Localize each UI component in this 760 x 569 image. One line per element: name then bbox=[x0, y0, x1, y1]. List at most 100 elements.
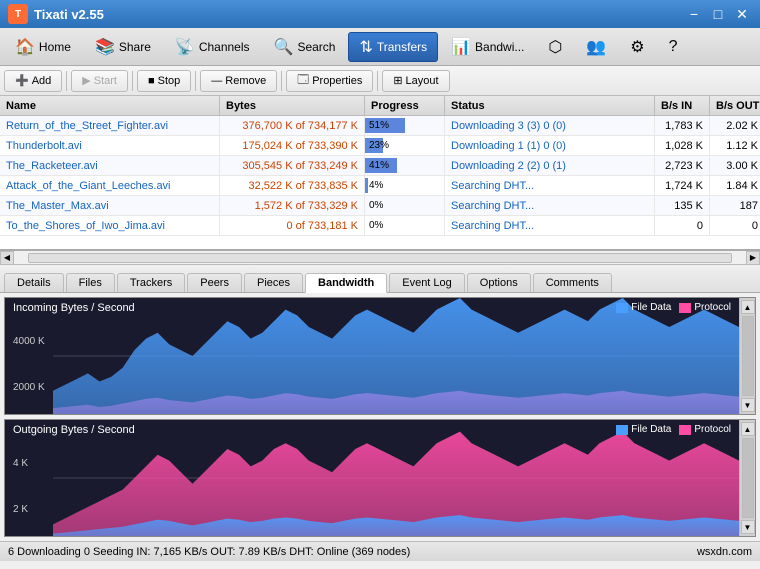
tab-options[interactable]: Options bbox=[467, 273, 531, 292]
chart-svg bbox=[53, 298, 739, 414]
scroll-track bbox=[742, 438, 754, 518]
legend-label: File Data bbox=[631, 424, 671, 435]
cell-status: Searching DHT... bbox=[445, 196, 655, 215]
chart-incoming: Incoming Bytes / Second File Data Protoc… bbox=[4, 297, 756, 415]
tab-bandwidth[interactable]: Bandwidth bbox=[305, 273, 387, 293]
col-status: Status bbox=[445, 96, 655, 115]
scroll-right[interactable]: ▶ bbox=[746, 251, 760, 265]
action-btn-add[interactable]: ➕Add bbox=[4, 70, 62, 92]
action-btn-properties[interactable]: 🗔Properties bbox=[286, 70, 373, 92]
close-button[interactable]: ✕ bbox=[732, 5, 752, 23]
action-btn-start: ▶Start bbox=[71, 70, 128, 92]
cell-name: The_Racketeer.avi bbox=[0, 156, 220, 175]
cell-bsout: 2.02 K bbox=[710, 116, 760, 135]
legend-label: Protocol bbox=[694, 302, 731, 313]
scroll-up[interactable]: ▲ bbox=[741, 300, 755, 314]
window-controls: − □ ✕ bbox=[684, 5, 752, 23]
chart-outgoing: Outgoing Bytes / Second File Data Protoc… bbox=[4, 419, 756, 537]
cell-status: Searching DHT... bbox=[445, 176, 655, 195]
col-bsout: B/s OUT bbox=[710, 96, 760, 115]
cell-bsin: 2,723 K bbox=[655, 156, 710, 175]
nav-btn-bandwidth[interactable]: 📊Bandwi... bbox=[440, 32, 535, 62]
horizontal-scrollbar[interactable]: ◀ ▶ bbox=[0, 251, 760, 265]
cell-bsout: 3.00 K bbox=[710, 156, 760, 175]
cell-name: The_Master_Max.avi bbox=[0, 196, 220, 215]
cell-bsin: 1,028 K bbox=[655, 136, 710, 155]
tab-comments[interactable]: Comments bbox=[533, 273, 612, 292]
scroll-left[interactable]: ◀ bbox=[0, 251, 14, 265]
nav-btn-transfers[interactable]: ⇅Transfers bbox=[348, 32, 438, 62]
title-bar: T Tixati v2.55 − □ ✕ bbox=[0, 0, 760, 28]
cell-bsout: 1.84 K bbox=[710, 176, 760, 195]
chart-label: 2000 K bbox=[13, 382, 45, 393]
app-title: T Tixati v2.55 bbox=[8, 4, 104, 24]
nav-btn-search[interactable]: 🔍Search bbox=[263, 32, 347, 62]
col-name: Name bbox=[0, 96, 220, 115]
cell-status: Downloading 2 (2) 0 (1) bbox=[445, 156, 655, 175]
tab-details[interactable]: Details bbox=[4, 273, 64, 292]
nav-btn-channels[interactable]: 📡Channels bbox=[164, 32, 261, 62]
nav-btn-icon2[interactable]: 👥 bbox=[575, 32, 617, 62]
table-row[interactable]: The_Master_Max.avi 1,572 K of 733,329 K … bbox=[0, 196, 760, 216]
table-row[interactable]: Thunderbolt.avi 175,024 K of 733,390 K 2… bbox=[0, 136, 760, 156]
cell-progress: 4% bbox=[365, 176, 445, 195]
cell-progress: 51% bbox=[365, 116, 445, 135]
table-row[interactable]: Attack_of_the_Giant_Leeches.avi 32,522 K… bbox=[0, 176, 760, 196]
scroll-track[interactable] bbox=[28, 253, 732, 263]
scroll-track bbox=[742, 316, 754, 396]
col-bsin: B/s IN bbox=[655, 96, 710, 115]
scroll-down[interactable]: ▼ bbox=[741, 520, 755, 534]
chart-svg bbox=[53, 420, 739, 536]
nav-btn-home[interactable]: 🏠Home bbox=[4, 32, 82, 62]
nav-btn-icon4[interactable]: ? bbox=[658, 32, 689, 62]
cell-progress: 41% bbox=[365, 156, 445, 175]
cell-bsin: 1,783 K bbox=[655, 116, 710, 135]
chart-labels: 4 K 2 K bbox=[9, 420, 28, 536]
cell-name: Attack_of_the_Giant_Leeches.avi bbox=[0, 176, 220, 195]
scroll-up[interactable]: ▲ bbox=[741, 422, 755, 436]
nav-btn-icon3[interactable]: ⚙ bbox=[619, 32, 655, 62]
legend-label: File Data bbox=[631, 302, 671, 313]
action-btn-layout[interactable]: ⊞Layout bbox=[382, 70, 449, 92]
nav-btn-share[interactable]: 📚Share bbox=[84, 32, 162, 62]
chart-legend-outgoing: File Data Protocol bbox=[616, 424, 731, 435]
tab-files[interactable]: Files bbox=[66, 273, 115, 292]
status-right: wsxdn.com bbox=[697, 546, 752, 558]
chart-label: 2 K bbox=[13, 504, 28, 515]
chart-scrollbar: ▲ ▼ bbox=[739, 298, 755, 414]
maximize-button[interactable]: □ bbox=[708, 5, 728, 23]
tab-trackers[interactable]: Trackers bbox=[117, 273, 185, 292]
nav-btn-icon1[interactable]: ⬡ bbox=[537, 32, 573, 62]
tab-pieces[interactable]: Pieces bbox=[244, 273, 303, 292]
title-text: Tixati v2.55 bbox=[34, 7, 104, 22]
chart-inner-incoming: Incoming Bytes / Second File Data Protoc… bbox=[5, 298, 739, 414]
cell-bsin: 0 bbox=[655, 216, 710, 235]
minimize-button[interactable]: − bbox=[684, 5, 704, 23]
cell-status: Searching DHT... bbox=[445, 216, 655, 235]
legend-color bbox=[679, 303, 691, 313]
cell-progress: 0% bbox=[365, 196, 445, 215]
cell-name: Thunderbolt.avi bbox=[0, 136, 220, 155]
cell-bytes: 32,522 K of 733,835 K bbox=[220, 176, 365, 195]
legend-item: Protocol bbox=[679, 424, 731, 435]
action-btn-remove[interactable]: —Remove bbox=[200, 70, 277, 92]
col-progress: Progress bbox=[365, 96, 445, 115]
app-icon: T bbox=[8, 4, 28, 24]
cell-progress: 23% bbox=[365, 136, 445, 155]
cell-bsout: 1.12 K bbox=[710, 136, 760, 155]
cell-bsin: 1,724 K bbox=[655, 176, 710, 195]
legend-color bbox=[616, 425, 628, 435]
cell-name: To_the_Shores_of_Iwo_Jima.avi bbox=[0, 216, 220, 235]
table-row[interactable]: The_Racketeer.avi 305,545 K of 733,249 K… bbox=[0, 156, 760, 176]
action-btn-stop[interactable]: ■Stop bbox=[137, 70, 191, 92]
tab-peers[interactable]: Peers bbox=[187, 273, 242, 292]
status-left: 6 Downloading 0 Seeding IN: 7,165 KB/s O… bbox=[8, 546, 410, 558]
table-row[interactable]: Return_of_the_Street_Fighter.avi 376,700… bbox=[0, 116, 760, 136]
chart-label: 4 K bbox=[13, 458, 28, 469]
tabs-bar: DetailsFilesTrackersPeersPiecesBandwidth… bbox=[0, 265, 760, 293]
scroll-down[interactable]: ▼ bbox=[741, 398, 755, 412]
cell-bsout: 0 bbox=[710, 216, 760, 235]
table-row[interactable]: To_the_Shores_of_Iwo_Jima.avi 0 of 733,1… bbox=[0, 216, 760, 236]
cell-status: Downloading 3 (3) 0 (0) bbox=[445, 116, 655, 135]
tab-eventlog[interactable]: Event Log bbox=[389, 273, 465, 292]
